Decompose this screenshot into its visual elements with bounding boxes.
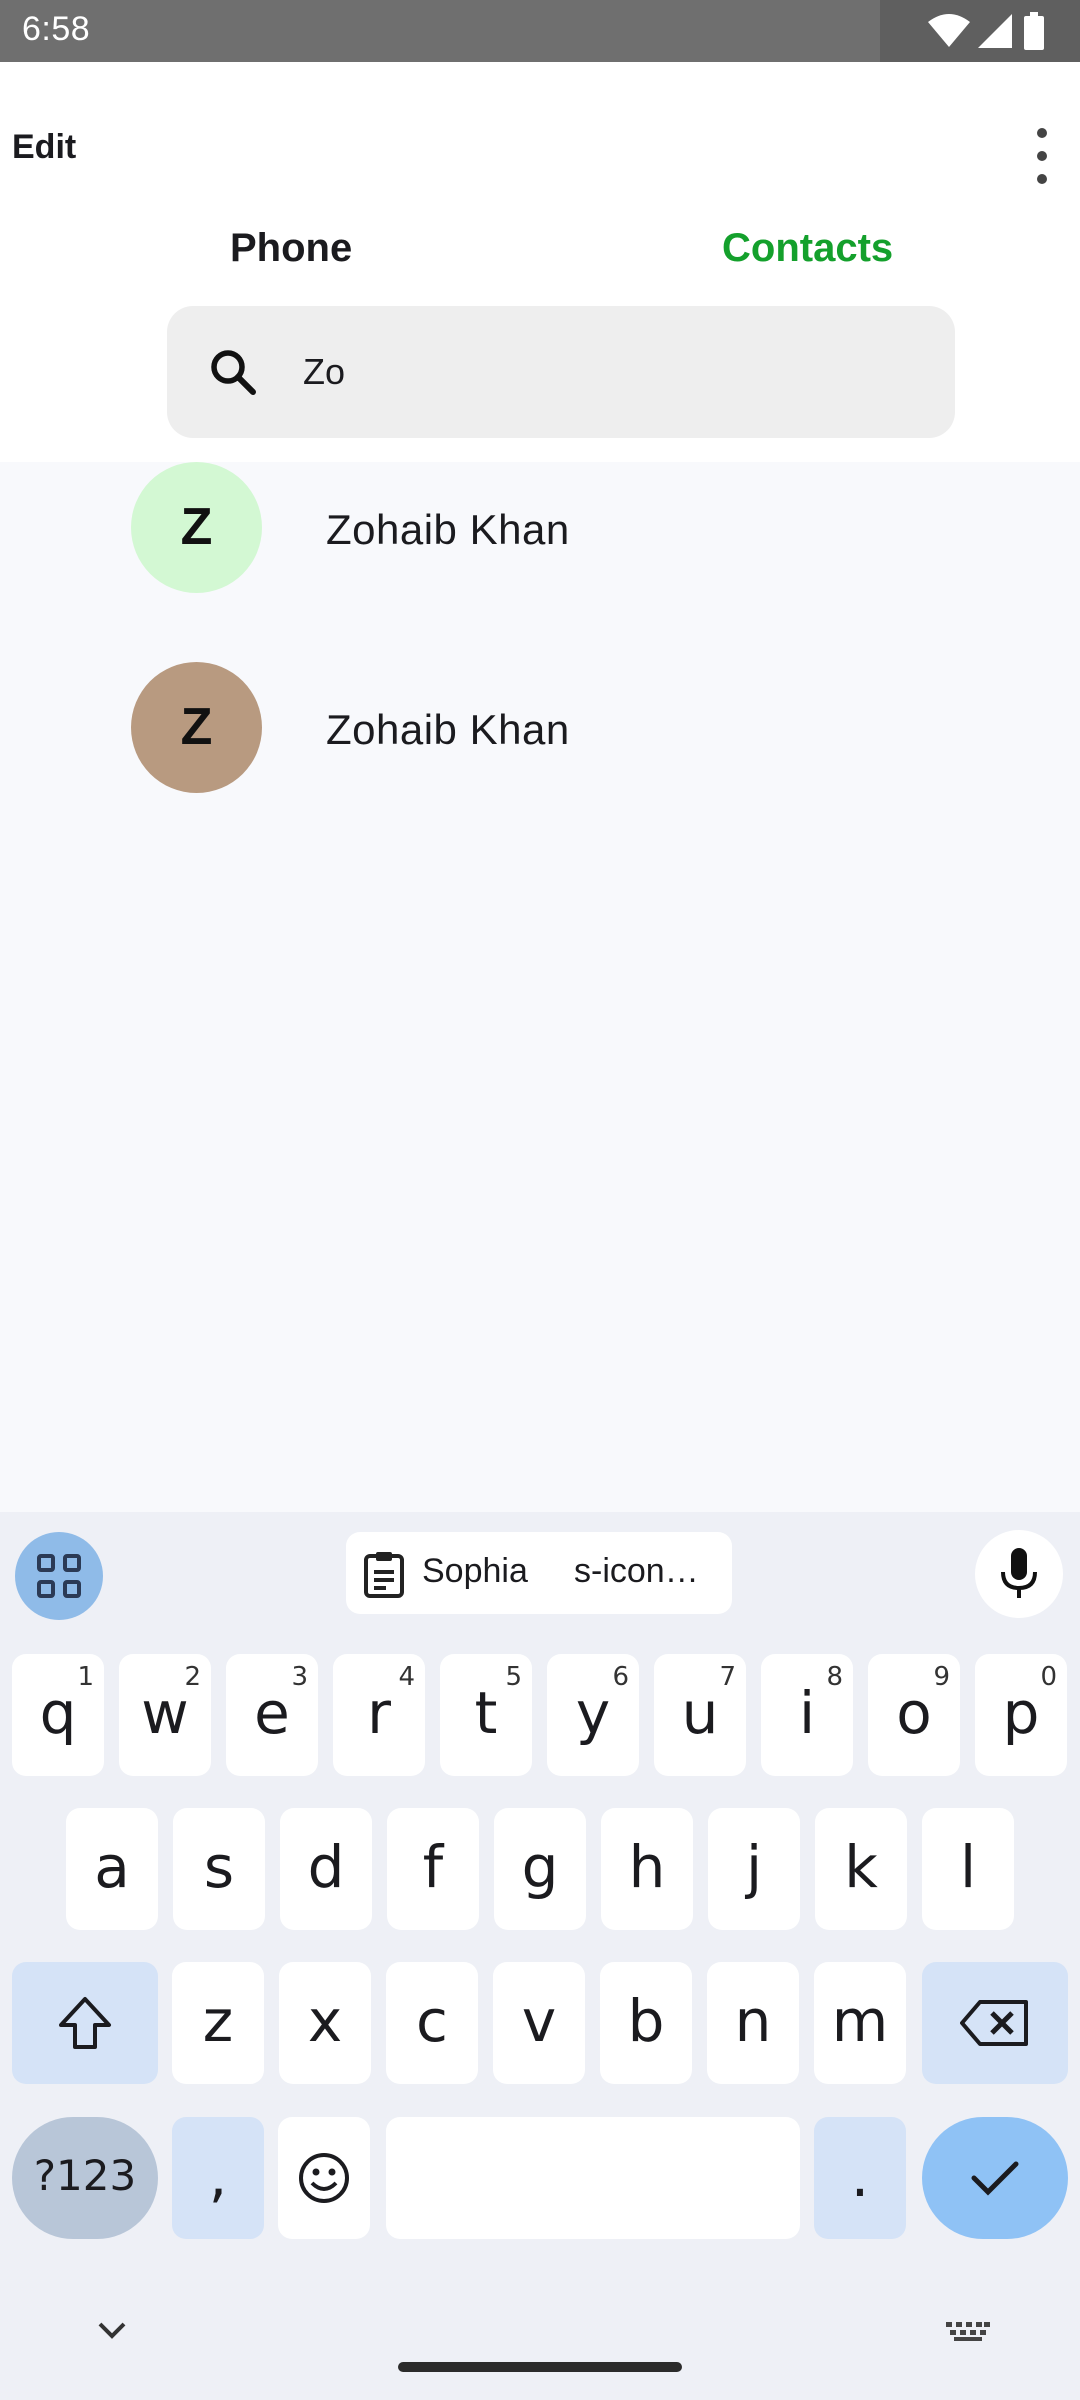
clipboard-text: Sophia xyxy=(422,1552,528,1590)
key-hint: 2 xyxy=(184,1662,201,1692)
status-bar: 6:58 xyxy=(0,0,1080,62)
tab-phone[interactable]: Phone xyxy=(230,226,352,271)
top-app-bar: Edit xyxy=(0,62,1080,232)
home-indicator[interactable] xyxy=(398,2362,682,2372)
clipboard-text-secondary: s-icon… xyxy=(568,1552,699,1591)
search-icon xyxy=(211,350,256,395)
key-hint: 0 xyxy=(1040,1662,1057,1692)
keyboard-switch-icon[interactable] xyxy=(946,2322,990,2342)
key-t[interactable]: t5 xyxy=(440,1654,532,1776)
key-g[interactable]: g xyxy=(494,1808,586,1930)
status-icons xyxy=(880,0,1080,62)
key-hint: 9 xyxy=(933,1662,950,1692)
contact-name: Zohaib Khan xyxy=(326,706,570,753)
key-hint: 1 xyxy=(77,1662,94,1692)
more-vert-icon[interactable] xyxy=(1018,120,1066,192)
key-hint: 7 xyxy=(719,1662,736,1692)
key-hint: 5 xyxy=(505,1662,522,1692)
emoji-icon xyxy=(299,2153,349,2203)
status-time: 6:58 xyxy=(22,10,91,48)
shift-icon xyxy=(59,1997,111,2049)
key-y[interactable]: y6 xyxy=(547,1654,639,1776)
backspace-key[interactable] xyxy=(922,1962,1068,2084)
key-j[interactable]: j xyxy=(708,1808,800,1930)
key-a[interactable]: a xyxy=(66,1808,158,1930)
key-v[interactable]: v xyxy=(493,1962,585,2084)
avatar: Z xyxy=(131,662,262,793)
key-n[interactable]: n xyxy=(707,1962,799,2084)
period-key[interactable]: . xyxy=(814,2117,906,2239)
key-b[interactable]: b xyxy=(600,1962,692,2084)
shift-key[interactable] xyxy=(12,1962,158,2084)
space-key[interactable] xyxy=(386,2117,800,2239)
backspace-icon xyxy=(960,2000,1028,2046)
symbols-key[interactable]: ?123 xyxy=(12,2117,158,2239)
key-o[interactable]: o9 xyxy=(868,1654,960,1776)
key-l[interactable]: l xyxy=(922,1808,1014,1930)
keyboard: Sophia s-icon… ?123 , . q 1 w 2 e 3 r 4 … xyxy=(0,1512,1080,2400)
key-w[interactable]: w2 xyxy=(119,1654,211,1776)
apps-grid-icon[interactable] xyxy=(15,1532,103,1620)
key-c[interactable]: c xyxy=(386,1962,478,2084)
clipboard-suggestion[interactable]: Sophia s-icon… xyxy=(346,1532,732,1614)
search-input[interactable] xyxy=(303,338,903,406)
emoji-key[interactable] xyxy=(278,2117,370,2239)
key-hint: 3 xyxy=(291,1662,308,1692)
key-q[interactable]: q1 xyxy=(12,1654,104,1776)
key-p[interactable]: p0 xyxy=(975,1654,1067,1776)
key-u[interactable]: u7 xyxy=(654,1654,746,1776)
contact-name: Zohaib Khan xyxy=(326,506,570,553)
key-e[interactable]: e3 xyxy=(226,1654,318,1776)
avatar: Z xyxy=(131,462,262,593)
tab-contacts[interactable]: Contacts xyxy=(722,226,893,271)
key-z[interactable]: z xyxy=(172,1962,264,2084)
contact-row[interactable]: Z Zohaib Khan xyxy=(0,662,1080,862)
key-x[interactable]: x xyxy=(279,1962,371,2084)
key-hint: 4 xyxy=(398,1662,415,1692)
done-key[interactable] xyxy=(922,2117,1068,2239)
comma-key[interactable]: , xyxy=(172,2117,264,2239)
key-hint: 8 xyxy=(826,1662,843,1692)
key-k[interactable]: k xyxy=(815,1808,907,1930)
clipboard-icon xyxy=(364,1552,404,1598)
chevron-down-icon[interactable] xyxy=(96,2320,128,2340)
key-s[interactable]: s xyxy=(173,1808,265,1930)
battery-icon xyxy=(1024,12,1044,50)
key-i[interactable]: i8 xyxy=(761,1654,853,1776)
edit-button[interactable]: Edit xyxy=(12,128,76,167)
key-m[interactable]: m xyxy=(814,1962,906,2084)
key-r[interactable]: r4 xyxy=(333,1654,425,1776)
search-bar[interactable] xyxy=(167,306,955,438)
contact-list: Z Zohaib Khan Z Zohaib Khan xyxy=(0,462,1080,1512)
key-d[interactable]: d xyxy=(280,1808,372,1930)
key-hint: 6 xyxy=(612,1662,629,1692)
key-f[interactable]: f xyxy=(387,1808,479,1930)
check-icon xyxy=(971,2161,1019,2196)
key-h[interactable]: h xyxy=(601,1808,693,1930)
signal-icon xyxy=(978,14,1012,48)
wifi-icon xyxy=(928,14,970,47)
contact-row[interactable]: Z Zohaib Khan xyxy=(0,462,1080,662)
mic-icon[interactable] xyxy=(975,1530,1063,1618)
